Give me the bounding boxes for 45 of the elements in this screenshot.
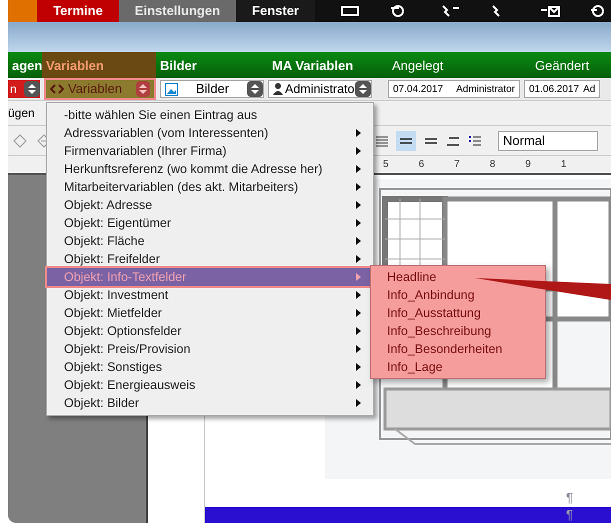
menu-item[interactable]: Objekt: Optionsfelder xyxy=(47,322,373,340)
paragraph-mark: ¶ xyxy=(566,488,573,506)
menu-item[interactable]: Objekt: Sonstiges xyxy=(47,358,373,376)
menu-tab[interactable]: Einstellungen xyxy=(118,0,236,22)
menu-item[interactable]: Adressvariablen (vom Interessenten) xyxy=(47,124,373,142)
ruler-number: 8 xyxy=(490,158,496,172)
submenu-item[interactable]: Info_Ausstattung xyxy=(387,304,481,322)
select-field[interactable]: n xyxy=(8,80,40,98)
menu-item[interactable]: Objekt: Preis/Provision xyxy=(47,340,373,358)
menu-item[interactable]: Objekt: Fläche xyxy=(47,232,373,250)
submenu-item[interactable]: Info_Beschreibung xyxy=(387,322,492,340)
ruler-number: 1 xyxy=(560,158,566,172)
menu-item[interactable]: -bitte wählen Sie einen Eintrag aus xyxy=(47,106,373,124)
column-header[interactable]: Angelegt xyxy=(388,52,531,78)
submenu-item[interactable]: Info_Anbindung xyxy=(387,286,475,304)
menu-item[interactable]: Objekt: Freifelder xyxy=(47,250,373,268)
menu-item[interactable]: Mitarbeitervariablen (des akt. Mitarbeiters) xyxy=(47,178,373,196)
images-select[interactable]: Bilder xyxy=(160,80,264,98)
menu-item[interactable]: Herkunftsreferenz (wo kommt die Adresse her) xyxy=(47,160,373,178)
column-header[interactable]: Geändert xyxy=(531,52,611,78)
changed-field[interactable]: 01.06.2017 Ad xyxy=(524,80,600,98)
menu-tab[interactable]: Fenster xyxy=(236,0,315,22)
ruler-number: 7 xyxy=(454,158,460,172)
menu-item[interactable]: Objekt: Eigentümer xyxy=(47,214,373,232)
menu-item[interactable]: Objekt: Adresse xyxy=(47,196,373,214)
menu-item[interactable]: Objekt: Energieausweis xyxy=(47,376,373,394)
column-header[interactable]: Bilder xyxy=(156,52,268,78)
submenu-item[interactable]: Info_Lage xyxy=(387,358,443,376)
menu-tab[interactable]: Termine xyxy=(37,0,119,22)
menu-item[interactable]: Objekt: Mietfelder xyxy=(47,304,373,322)
style-field[interactable]: Normal xyxy=(498,130,598,150)
menu-item[interactable]: Objekt: Investment xyxy=(47,286,373,304)
created-field[interactable]: 07.04.2017 Administrator xyxy=(388,80,520,98)
staff-select[interactable]: Administrato xyxy=(268,80,372,98)
submenu-item[interactable]: Headline xyxy=(387,268,436,286)
column-header[interactable]: MA Variablen xyxy=(268,52,388,78)
column-header[interactable]: Variablen xyxy=(42,52,156,78)
ruler-number: 9 xyxy=(525,158,531,172)
ruler-number: 5 xyxy=(383,158,389,172)
menu-item[interactable]: Firmenvariablen (Ihrer Firma) xyxy=(47,142,373,160)
paragraph-mark: ¶ xyxy=(566,507,573,523)
ruler-number: 6 xyxy=(418,158,424,172)
menu-item[interactable]: Objekt: Bilder xyxy=(47,394,373,412)
column-header[interactable]: agen xyxy=(8,52,42,78)
submenu-item[interactable]: Info_Besonderheiten xyxy=(387,340,502,358)
